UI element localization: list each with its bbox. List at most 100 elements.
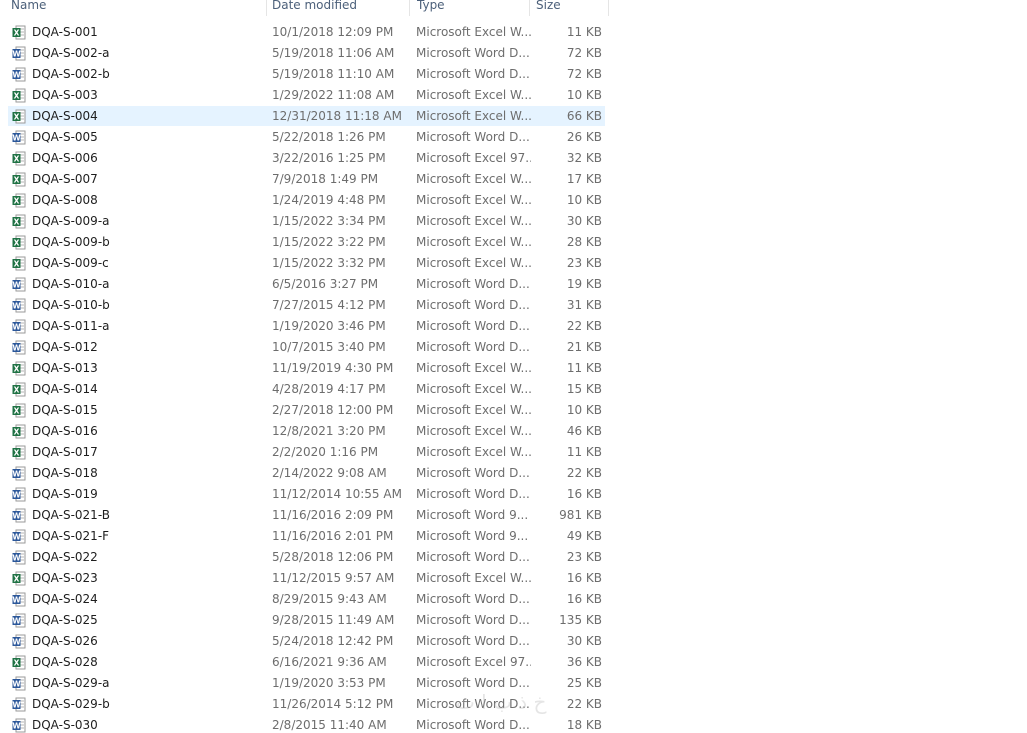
file-date-modified: 5/24/2018 12:42 PM xyxy=(272,634,394,648)
svg-text:X: X xyxy=(14,407,20,416)
file-row[interactable]: W DQA-S-025 9/28/2015 11:49 AM Microsoft Wo… xyxy=(8,610,605,630)
file-date-modified: 1/19/2020 3:53 PM xyxy=(272,676,386,690)
file-row[interactable]: X DQA-S-009-b 1/15/2022 3:22 PM Microsoft E… xyxy=(8,232,605,252)
file-type: Microsoft Word D... xyxy=(416,466,530,480)
excel-file-icon: X xyxy=(12,25,26,40)
column-divider[interactable] xyxy=(266,0,267,16)
file-size: 16 KB xyxy=(566,592,602,606)
column-divider[interactable] xyxy=(608,0,609,16)
file-size: 11 KB xyxy=(566,361,602,375)
file-row[interactable]: X DQA-S-017 2/2/2020 1:16 PM Microsoft Exce… xyxy=(8,442,605,462)
file-name: DQA-S-012 xyxy=(32,340,98,354)
file-type: Microsoft Excel W... xyxy=(416,235,531,249)
file-size: 23 KB xyxy=(566,550,602,564)
file-type: Microsoft Excel W... xyxy=(416,172,531,186)
file-name: DQA-S-001 xyxy=(32,25,98,39)
file-size: 17 KB xyxy=(566,172,602,186)
file-row[interactable]: W DQA-S-002-a 5/19/2018 11:06 AM Microsoft … xyxy=(8,43,605,63)
file-row[interactable]: W DQA-S-010-b 7/27/2015 4:12 PM Microsoft W… xyxy=(8,295,605,315)
file-row[interactable]: X DQA-S-013 11/19/2019 4:30 PM Microsoft Ex… xyxy=(8,358,605,378)
file-row[interactable]: W DQA-S-024 8/29/2015 9:43 AM Microsoft Wor… xyxy=(8,589,605,609)
file-name: DQA-S-025 xyxy=(32,613,98,627)
file-row[interactable]: W DQA-S-030 2/8/2015 11:40 AM Microsoft Wor… xyxy=(8,715,605,733)
word-file-icon: W xyxy=(12,277,26,292)
file-row[interactable]: W DQA-S-005 5/22/2018 1:26 PM Microsoft Wor… xyxy=(8,127,605,147)
file-row[interactable]: X DQA-S-001 10/1/2018 12:09 PM Microsoft Ex… xyxy=(8,22,605,42)
file-size: 72 KB xyxy=(566,46,602,60)
file-date-modified: 1/15/2022 3:32 PM xyxy=(272,256,386,270)
file-row[interactable]: X DQA-S-008 1/24/2019 4:48 PM Microsoft Exc… xyxy=(8,190,605,210)
file-type: Microsoft Excel W... xyxy=(416,403,531,417)
excel-file-icon: X xyxy=(12,256,26,271)
file-row[interactable]: W DQA-S-021-B 11/16/2016 2:09 PM Microsoft … xyxy=(8,505,605,525)
file-size: 18 KB xyxy=(566,718,602,732)
svg-text:W: W xyxy=(12,533,21,542)
column-header-date[interactable]: Date modified xyxy=(272,0,402,16)
column-header-size[interactable]: Size xyxy=(536,0,602,16)
file-row[interactable]: W DQA-S-021-F 11/16/2016 2:01 PM Microsoft … xyxy=(8,526,605,546)
file-row[interactable]: W DQA-S-010-a 6/5/2016 3:27 PM Microsoft Wo… xyxy=(8,274,605,294)
word-file-icon: W xyxy=(12,466,26,481)
file-row[interactable]: X DQA-S-014 4/28/2019 4:17 PM Microsoft Exc… xyxy=(8,379,605,399)
svg-text:W: W xyxy=(12,554,21,563)
file-row[interactable]: X DQA-S-007 7/9/2018 1:49 PM Microsoft Exce… xyxy=(8,169,605,189)
excel-file-icon: X xyxy=(12,214,26,229)
file-row[interactable]: W DQA-S-002-b 5/19/2018 11:10 AM Microsoft … xyxy=(8,64,605,84)
excel-file-icon: X xyxy=(12,235,26,250)
column-divider[interactable] xyxy=(529,0,530,16)
column-header-type[interactable]: Type xyxy=(417,0,525,16)
file-size: 21 KB xyxy=(566,340,602,354)
column-header-bar: Name Date modified Type Size xyxy=(0,0,610,16)
file-row[interactable]: W DQA-S-026 5/24/2018 12:42 PM Microsoft Wo… xyxy=(8,631,605,651)
file-type: Microsoft Word 9... xyxy=(416,508,529,522)
word-file-icon: W xyxy=(12,634,26,649)
svg-text:W: W xyxy=(12,491,21,500)
file-row[interactable]: X DQA-S-006 3/22/2016 1:25 PM Microsoft Exc… xyxy=(8,148,605,168)
file-row[interactable]: X DQA-S-015 2/27/2018 12:00 PM Microsoft Ex… xyxy=(8,400,605,420)
file-row[interactable]: W DQA-S-011-a 1/19/2020 3:46 PM Microsoft W… xyxy=(8,316,605,336)
file-row[interactable]: X DQA-S-028 6/16/2021 9:36 AM Microsoft Exc… xyxy=(8,652,605,672)
svg-text:X: X xyxy=(14,365,20,374)
word-file-icon: W xyxy=(12,529,26,544)
svg-text:W: W xyxy=(12,512,21,521)
file-name: DQA-S-008 xyxy=(32,193,98,207)
file-row[interactable]: X DQA-S-003 1/29/2022 11:08 AM Microsoft Ex… xyxy=(8,85,605,105)
excel-file-icon: X xyxy=(12,571,26,586)
file-date-modified: 4/28/2019 4:17 PM xyxy=(272,382,386,396)
file-row[interactable]: W DQA-S-012 10/7/2015 3:40 PM Microsoft Wor… xyxy=(8,337,605,357)
svg-text:W: W xyxy=(12,71,21,80)
file-name: DQA-S-002-b xyxy=(32,67,110,81)
file-row[interactable]: X DQA-S-016 12/8/2021 3:20 PM Microsoft Exc… xyxy=(8,421,605,441)
file-size: 31 KB xyxy=(566,298,602,312)
svg-text:W: W xyxy=(12,134,21,143)
file-row[interactable]: W DQA-S-022 5/28/2018 12:06 PM Microsoft Wo… xyxy=(8,547,605,567)
svg-text:W: W xyxy=(12,470,21,479)
file-type: Microsoft Word D... xyxy=(416,634,530,648)
file-name: DQA-S-005 xyxy=(32,130,98,144)
file-type: Microsoft Word D... xyxy=(416,277,530,291)
file-date-modified: 8/29/2015 9:43 AM xyxy=(272,592,387,606)
file-date-modified: 5/19/2018 11:10 AM xyxy=(272,67,395,81)
file-name: DQA-S-019 xyxy=(32,487,98,501)
file-row[interactable]: X DQA-S-009-a 1/15/2022 3:34 PM Microsoft E… xyxy=(8,211,605,231)
file-row[interactable]: W DQA-S-019 11/12/2014 10:55 AM Microsoft W… xyxy=(8,484,605,504)
svg-text:X: X xyxy=(14,575,20,584)
file-size: 49 KB xyxy=(566,529,602,543)
svg-text:X: X xyxy=(14,113,20,122)
file-row[interactable]: X DQA-S-004 12/31/2018 11:18 AM Microsoft E… xyxy=(8,106,605,126)
column-divider[interactable] xyxy=(409,0,410,16)
watermark: خ ذ ب ا ت xyxy=(456,690,547,714)
file-row[interactable]: W DQA-S-018 2/14/2022 9:08 AM Microsoft Wor… xyxy=(8,463,605,483)
word-file-icon: W xyxy=(12,67,26,82)
file-row[interactable]: X DQA-S-009-c 1/15/2022 3:32 PM Microsoft E… xyxy=(8,253,605,273)
file-row[interactable]: X DQA-S-023 11/12/2015 9:57 AM Microsoft Ex… xyxy=(8,568,605,588)
column-header-name[interactable]: Name xyxy=(11,0,261,16)
file-size: 46 KB xyxy=(566,424,602,438)
file-type: Microsoft Excel 97... xyxy=(416,655,531,669)
file-type: Microsoft Word D... xyxy=(416,130,530,144)
file-date-modified: 1/15/2022 3:22 PM xyxy=(272,235,386,249)
word-file-icon: W xyxy=(12,340,26,355)
file-size: 72 KB xyxy=(566,67,602,81)
file-size: 10 KB xyxy=(566,193,602,207)
file-name: DQA-S-017 xyxy=(32,445,98,459)
